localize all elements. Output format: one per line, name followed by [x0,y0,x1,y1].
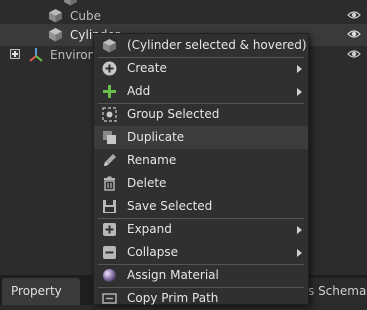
menu-item-label: Delete [127,176,167,190]
expand-toggle-icon[interactable] [10,49,20,59]
floppy-icon [103,200,116,213]
menu-item-label: Group Selected [127,107,220,121]
duplicate-icon [103,131,116,144]
menu-item-label: Collapse [127,245,178,259]
menu-item-save-selected[interactable]: Save Selected [94,195,308,218]
material-sphere-icon [103,269,116,282]
menu-item-duplicate[interactable]: Duplicate [94,126,308,149]
tree-row-label: Cube [70,9,101,23]
menu-header: (Cylinder selected & hovered) [94,34,308,57]
context-menu: (Cylinder selected & hovered) Create Add… [93,33,309,305]
menu-item-label: Save Selected [127,199,213,213]
pencil-icon [104,154,116,166]
visibility-eye-icon[interactable] [347,28,361,40]
tab-property[interactable]: Property [2,278,80,305]
menu-item-label: Add [127,84,151,98]
menu-item-label: Assign Material [127,268,219,282]
submenu-arrow-icon [297,249,302,257]
menu-item-label: Expand [127,222,172,236]
menu-item-copy-prim-path[interactable]: Copy Prim Path [94,287,308,310]
cube-prim-icon [49,9,62,23]
menu-item-label: Rename [127,153,177,167]
submenu-arrow-icon [297,226,302,234]
submenu-arrow-icon [297,65,302,73]
menu-item-label: Create [127,61,167,75]
green-plus-icon [103,85,116,98]
menu-item-add[interactable]: Add [94,80,308,103]
cylinder-prim-icon [103,39,116,53]
menu-item-delete[interactable]: Delete [94,172,308,195]
menu-item-create[interactable]: Create [94,57,308,80]
expand-icon [103,223,116,236]
visibility-eye-icon[interactable] [347,9,361,21]
copy-path-icon [102,293,117,304]
submenu-arrow-icon [297,88,302,96]
menu-item-label: Copy Prim Path [127,291,219,305]
menu-item-label: Duplicate [127,130,185,144]
menu-item-expand[interactable]: Expand [94,218,308,241]
xform-axis-icon [29,48,43,62]
menu-header-label: (Cylinder selected & hovered) [127,38,307,52]
trash-icon [104,176,115,191]
group-icon [102,107,117,122]
collapse-icon [103,246,116,259]
menu-item-rename[interactable]: Rename [94,149,308,172]
cylinder-prim-icon [49,28,62,42]
plus-circle-icon [102,61,117,76]
visibility-eye-icon[interactable] [347,48,361,60]
tab-schema[interactable]: s Schema [300,278,367,305]
menu-item-assign-material[interactable]: Assign Material [94,264,308,287]
menu-item-collapse[interactable]: Collapse [94,241,308,264]
menu-item-group-selected[interactable]: Group Selected [94,103,308,126]
